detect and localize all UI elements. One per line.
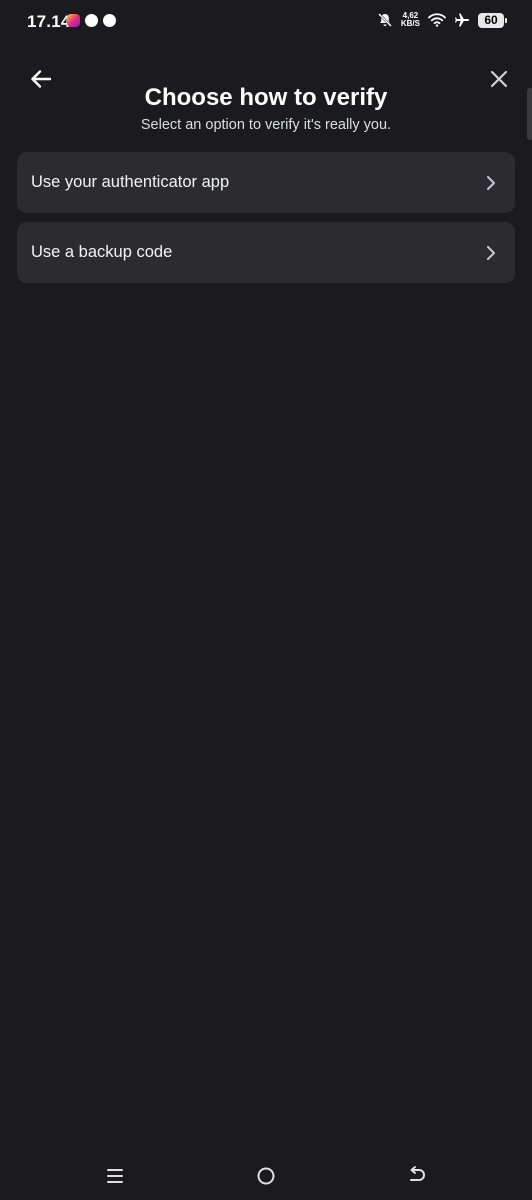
option-backup-code[interactable]: Use a backup code	[17, 222, 515, 283]
system-status: 4,62 KB/S 60	[377, 12, 507, 28]
status-bar: 17.14 4,62 KB/S 60	[0, 0, 532, 44]
instagram-icon	[67, 14, 80, 27]
page-subtitle: Select an option to verify it's really y…	[140, 117, 392, 133]
option-authenticator-app[interactable]: Use your authenticator app	[17, 152, 515, 213]
shield-app-icon	[85, 14, 98, 27]
system-nav-bar	[0, 1156, 532, 1200]
battery-icon: 60	[478, 12, 507, 28]
option-label: Use a backup code	[31, 243, 173, 261]
page-title: Choose how to verify	[144, 84, 388, 111]
chevron-right-icon	[487, 245, 495, 260]
home-icon[interactable]	[255, 1165, 277, 1187]
wifi-icon	[428, 13, 446, 27]
chat-app-icon	[103, 14, 116, 27]
network-speed-unit: KB/S	[400, 19, 420, 28]
airplane-icon	[455, 13, 469, 27]
bell-off-icon	[377, 13, 392, 27]
back-icon[interactable]	[406, 1165, 428, 1187]
option-label: Use your authenticator app	[31, 173, 230, 191]
chevron-right-icon	[487, 175, 495, 190]
notification-icons	[67, 14, 116, 27]
status-time: 17.14	[27, 12, 71, 31]
network-speed: 4,62 KB/S	[401, 12, 420, 28]
recent-apps-icon[interactable]	[105, 1166, 125, 1186]
